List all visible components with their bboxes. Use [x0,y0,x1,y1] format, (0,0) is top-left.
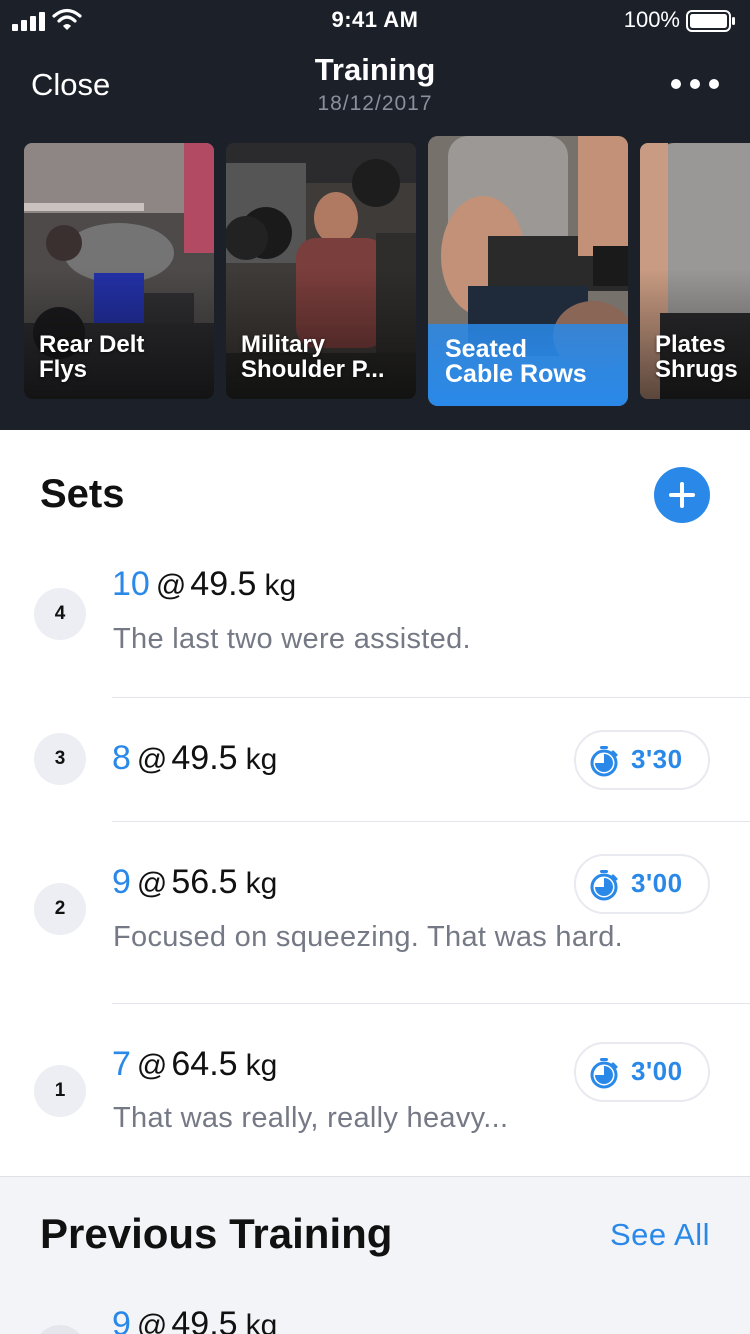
set-reps: 7 [112,1045,131,1083]
training-date: 18/12/2017 [317,92,433,115]
previous-training-section: Previous Training See All 9 @49.5 kg [0,1176,750,1334]
set-reps: 9 [112,1305,131,1334]
set-reps: 9 [112,863,131,901]
exercise-card-seated-cable-rows[interactable]: Seated Cable Rows [428,136,628,406]
divider [112,697,750,698]
set-summary: 8 @49.5 kg [112,739,277,778]
at-symbol: @ [155,569,187,602]
at-symbol: @ [136,867,168,900]
exercise-card-label: Seated Cable Rows [445,335,587,388]
set-number-badge: 3 [34,733,86,785]
battery-percent: 100% [623,7,680,32]
set-number-badge: 1 [34,1065,86,1117]
rest-timer-pill[interactable]: 3'30 [574,730,710,790]
set-unit: kg [264,569,297,602]
set-weight: 56.5 [171,863,238,901]
ellipsis-icon [671,79,681,89]
navigation-bar: Close Training 18/12/2017 [0,48,750,128]
set-number-badge: 2 [34,883,86,935]
set-number-badge: 4 [34,588,86,640]
exercise-card-label: Military Shoulder P... [241,331,385,383]
stopwatch-icon [590,870,618,901]
page-title: Training [314,52,436,87]
stopwatch-icon [590,746,618,777]
exercise-card-rear-delt-flys[interactable]: Rear Delt Flys [24,143,214,399]
divider [112,1003,750,1004]
rest-timer-pill[interactable]: 3'00 [574,1042,710,1102]
rest-time: 3'00 [631,868,683,898]
battery-icon [686,10,735,32]
set-reps: 8 [112,739,131,777]
at-symbol: @ [136,1049,168,1082]
add-set-button[interactable] [654,467,710,523]
set-unit: kg [245,1049,278,1082]
set-weight: 64.5 [171,1045,238,1083]
rest-timer-pill[interactable]: 3'00 [574,854,710,914]
set-note: Focused on squeezing. That was hard. [113,921,624,953]
at-symbol: @ [136,743,168,776]
divider [112,821,750,822]
previous-training-heading: Previous Training [40,1210,393,1257]
more-options-button[interactable] [670,72,720,96]
exercise-carousel[interactable]: Rear Delt Flys Military Shoulder P... Se… [0,136,750,416]
set-note: The last two were assisted. [113,623,471,655]
exercise-card-plates-shrugs[interactable]: Plates Shrugs [640,143,750,399]
set-unit: kg [245,743,278,776]
set-weight: 49.5 [171,739,238,777]
sets-panel: Sets 4 10 @49.5 kg The last two were assis… [0,430,750,1176]
exercise-card-label: Plates Shrugs [655,331,738,383]
set-note: That was really, really heavy... [113,1102,509,1134]
set-weight: 49.5 [190,565,257,603]
set-unit: kg [245,1309,278,1334]
see-all-link[interactable]: See All [610,1217,710,1253]
rest-time: 3'30 [631,744,683,774]
set-summary: 10 @49.5 kg [112,565,296,604]
set-weight: 49.5 [171,1305,238,1334]
set-summary: 9 @56.5 kg [112,863,277,902]
set-unit: kg [245,867,278,900]
previous-set-summary[interactable]: 9 @49.5 kg [112,1305,277,1334]
set-reps: 10 [112,565,150,603]
stopwatch-icon [590,1058,618,1089]
set-summary: 7 @64.5 kg [112,1045,277,1084]
exercise-card-military-shoulder-press[interactable]: Military Shoulder P... [226,143,416,399]
sets-heading: Sets [40,472,125,516]
rest-time: 3'00 [631,1056,683,1086]
status-bar: 9:41 AM 100% [0,0,750,40]
at-symbol: @ [136,1309,168,1334]
exercise-card-label: Rear Delt Flys [39,331,145,383]
set-number-badge [34,1325,86,1334]
